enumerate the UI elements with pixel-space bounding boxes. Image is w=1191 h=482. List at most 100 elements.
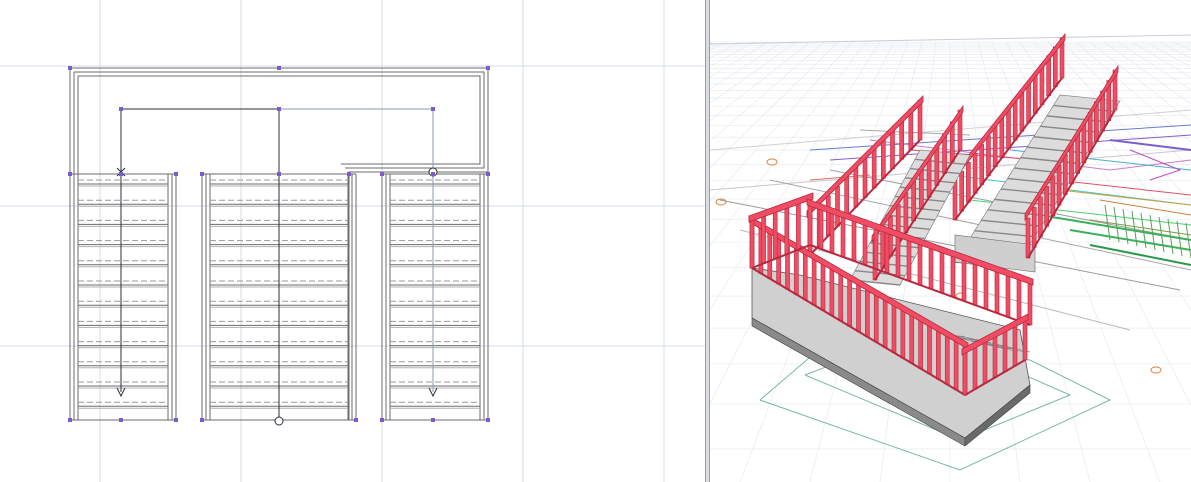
baluster [999,117,1005,159]
selection-node[interactable] [174,418,178,422]
baluster [890,128,895,170]
baluster [851,218,857,262]
baluster [900,309,906,359]
selection-node[interactable] [380,172,384,176]
baluster [891,304,897,353]
baluster [835,185,840,227]
baluster [1038,196,1043,238]
baluster [1056,164,1062,206]
grid-line [710,41,755,68]
baluster [844,176,849,217]
baluster [796,201,801,250]
baluster [767,230,773,279]
baluster [992,126,998,168]
baluster [895,234,901,278]
baluster [1075,133,1081,174]
baluster [982,341,988,384]
baluster [1019,90,1025,132]
baluster [884,230,890,274]
selection-node[interactable] [68,172,72,176]
floor-plan-view[interactable] [0,0,705,482]
baluster [829,210,835,254]
baluster [865,288,870,338]
selection-node[interactable] [68,418,72,422]
baluster [840,214,846,258]
selection-node[interactable] [119,107,123,111]
baluster [972,262,978,306]
baluster [950,254,956,298]
left-flight[interactable] [69,173,177,421]
baluster [1031,207,1037,248]
baluster [1026,82,1031,123]
baluster [1006,108,1011,150]
baluster [1025,217,1031,259]
baluster [794,246,799,295]
baluster [928,246,934,290]
baluster [944,336,950,385]
baluster [959,170,964,212]
selection-node[interactable] [119,172,123,176]
baluster [862,157,868,198]
baluster [807,202,813,246]
baluster [761,215,766,264]
baluster [994,270,1000,314]
baluster [856,283,861,332]
selection-node[interactable] [486,418,490,422]
selection-node[interactable] [119,418,123,422]
selection-node[interactable] [68,66,72,70]
baluster [1027,282,1033,326]
baluster [784,205,790,255]
3d-view[interactable] [710,0,1191,482]
selection-node[interactable] [200,418,204,422]
selection-node[interactable] [431,107,435,111]
baluster [818,206,824,250]
baluster [906,238,912,282]
baluster [820,262,826,311]
grid-line [710,41,713,44]
baluster [962,352,968,396]
selection-node[interactable] [277,172,281,176]
selection-node[interactable] [174,172,178,176]
baluster [953,341,959,391]
selection-node[interactable] [486,66,490,70]
baluster [838,272,844,322]
baluster [926,156,932,198]
baluster [802,251,808,301]
walkline-start-symbol[interactable] [274,416,284,426]
grid-line [710,41,741,59]
baluster [966,161,971,203]
baluster [862,222,868,266]
underlay-line [1059,189,1191,206]
baluster [847,277,852,327]
baluster [1012,99,1018,141]
baluster [853,166,859,208]
selection-node[interactable] [277,66,281,70]
underlay-line [1109,139,1191,151]
selection-node[interactable] [431,172,435,176]
selection-node[interactable] [347,172,351,176]
baluster [992,335,998,378]
selection-node[interactable] [380,418,384,422]
baluster [1050,175,1056,217]
baluster [911,180,916,222]
3d-canvas[interactable] [710,0,1191,482]
sky [710,0,1191,45]
selection-node[interactable] [277,107,281,111]
baluster [873,226,879,270]
selection-node[interactable] [354,418,358,422]
baluster [881,138,886,179]
underlay-line [1069,229,1191,251]
baluster [829,267,835,316]
selection-node[interactable] [200,172,204,176]
baluster [986,135,991,176]
selection-node[interactable] [431,418,435,422]
baluster [961,258,967,302]
stair-model[interactable] [748,32,1121,447]
baluster [927,325,932,375]
selection-node[interactable] [486,172,490,176]
right-flight[interactable] [381,173,489,421]
grid-line [710,41,853,202]
grid-bubble [766,158,778,166]
plan-canvas[interactable] [0,0,705,482]
baluster [903,192,909,234]
